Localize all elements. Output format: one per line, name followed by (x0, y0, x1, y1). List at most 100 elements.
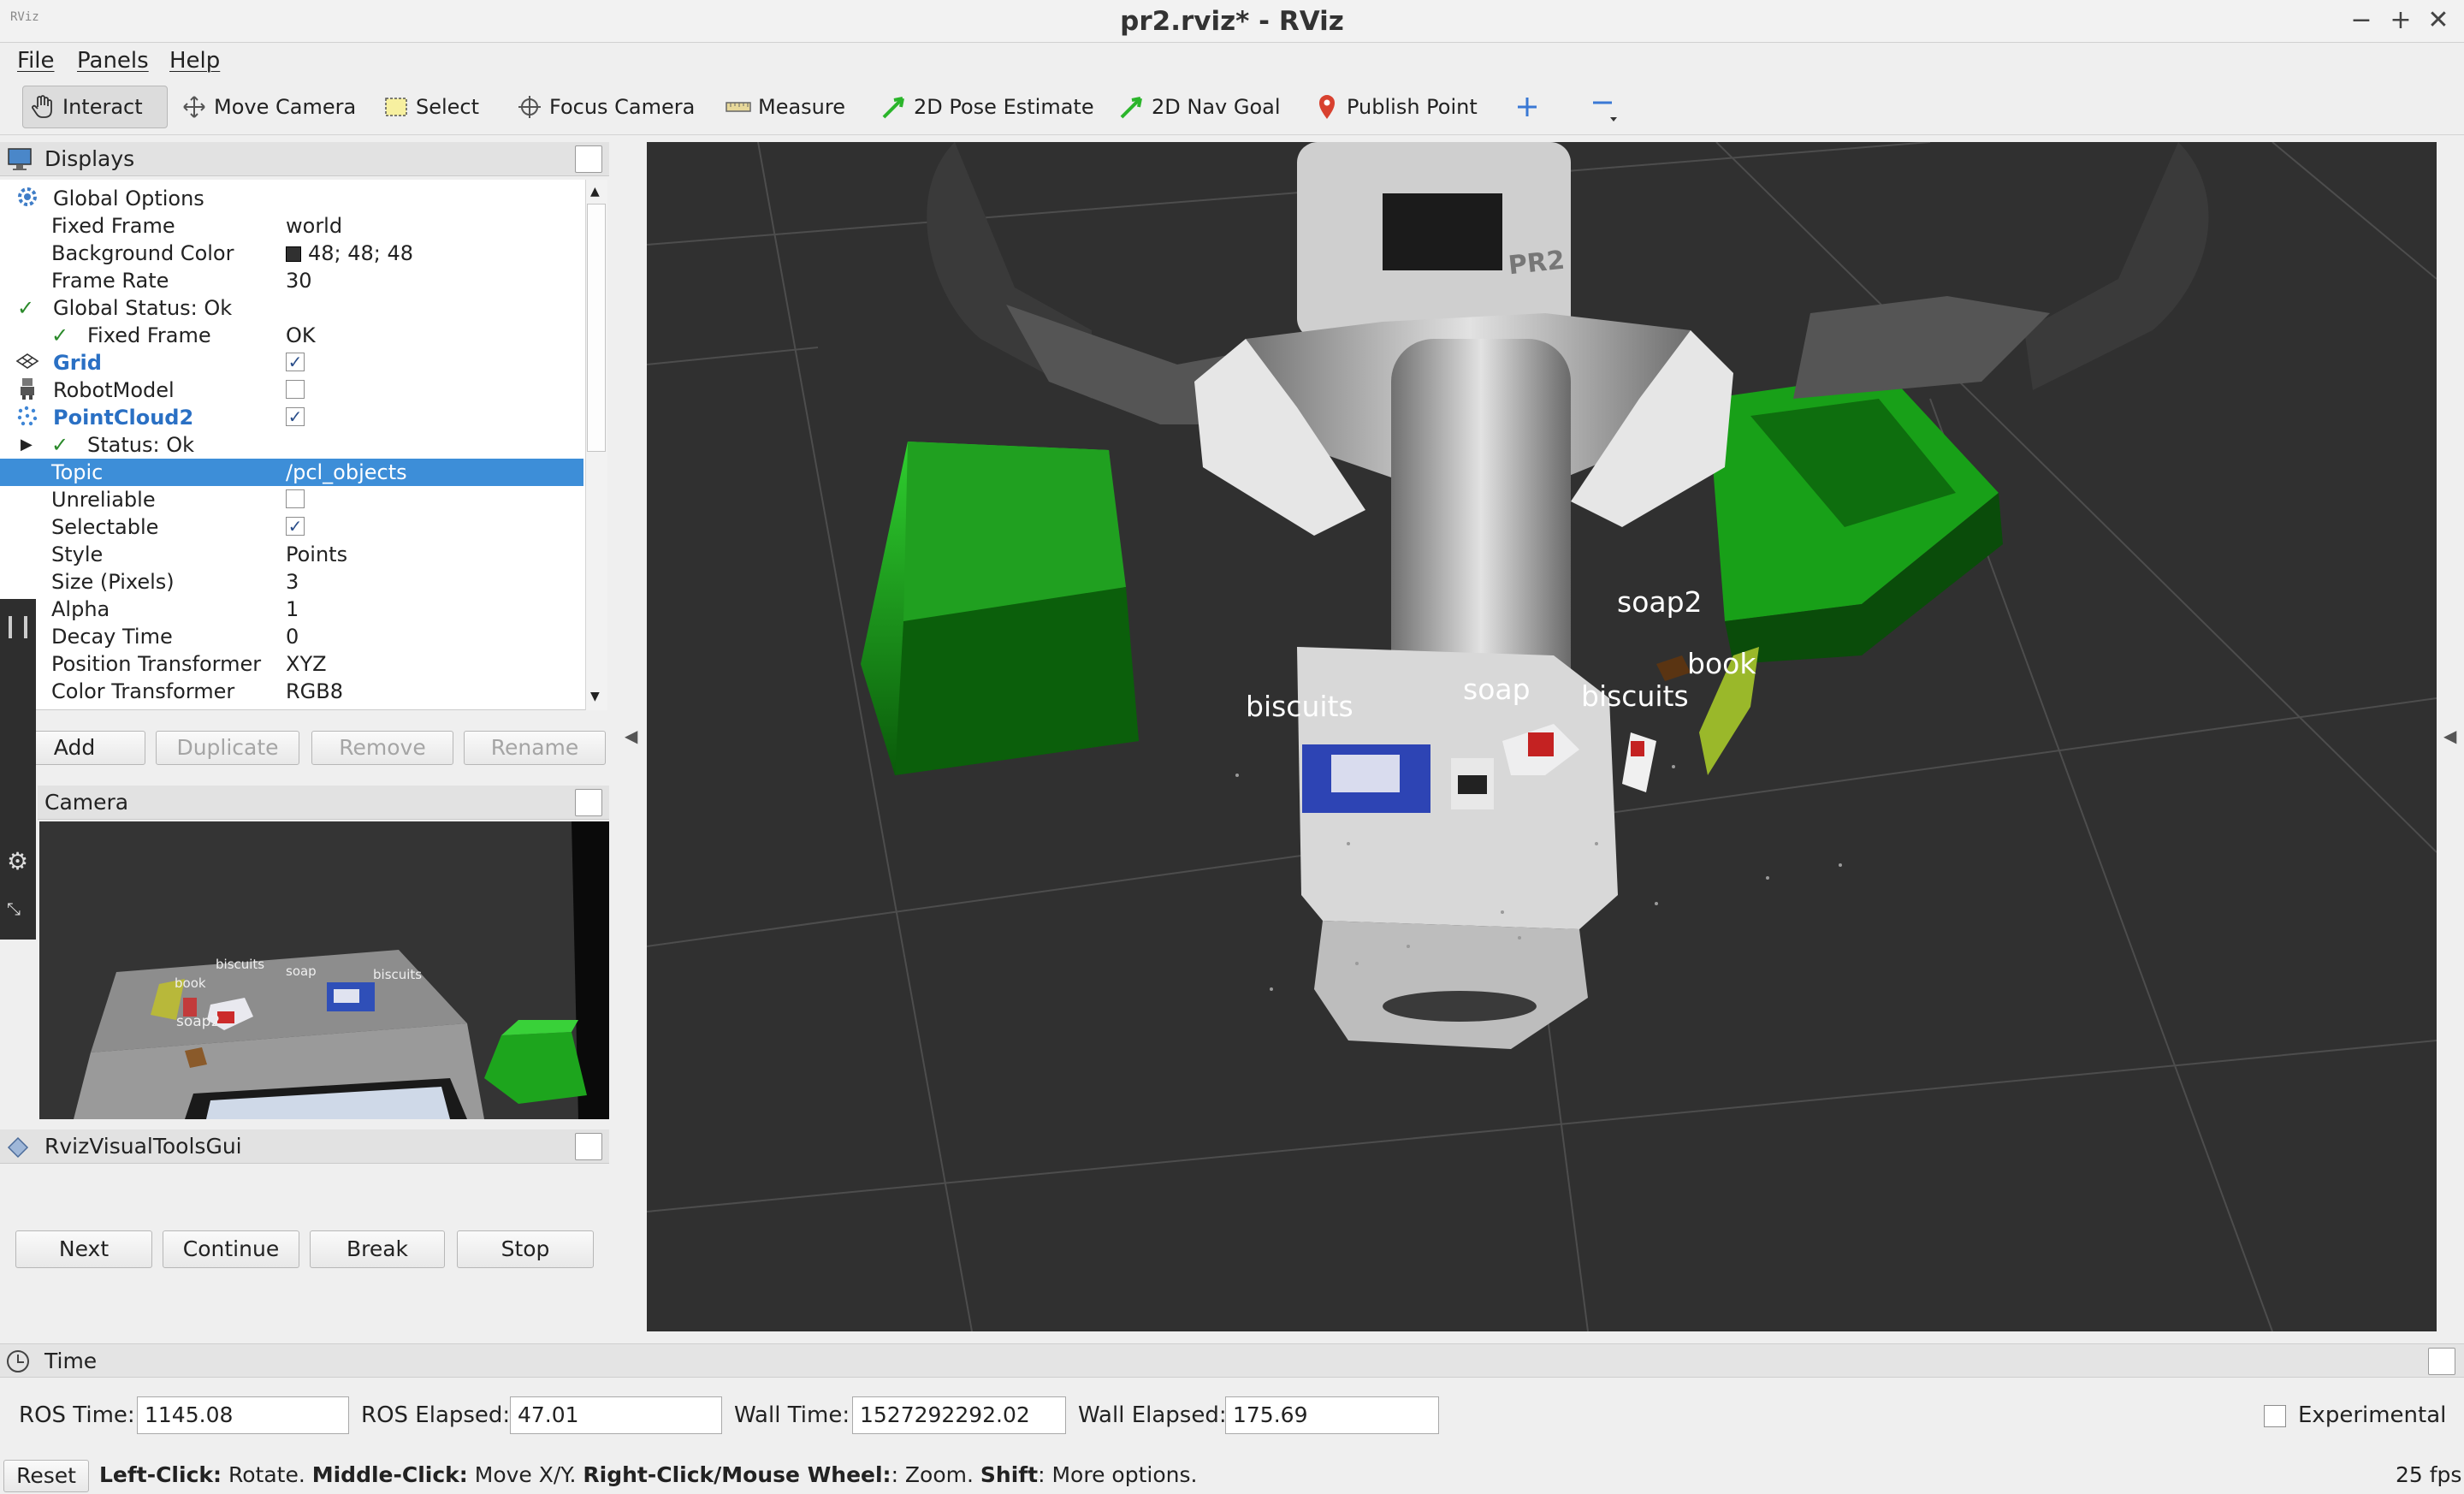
next-button[interactable]: Next (15, 1230, 152, 1268)
tree-row-fixed-frame-status[interactable]: ✓ Fixed Frame OK (0, 322, 583, 349)
reset-button[interactable]: Reset (3, 1460, 89, 1492)
add-tool-button[interactable] (1507, 86, 1554, 128)
expand-arrow-icon[interactable]: ▶ (21, 431, 33, 459)
robot-model-checkbox[interactable] (286, 376, 305, 404)
tree-row-position-transformer[interactable]: Position Transformer XYZ (0, 650, 583, 678)
maximize-icon[interactable]: + (2385, 5, 2416, 36)
row-value[interactable]: 30 (286, 267, 312, 294)
scrollbar-thumb[interactable] (587, 204, 606, 452)
check-icon: ✓ (51, 433, 69, 457)
tree-row-fixed-frame[interactable]: Fixed Frame world (0, 212, 583, 240)
displays-tree: Global Options Fixed Frame world Backgro… (0, 180, 589, 710)
experimental-checkbox[interactable] (2264, 1405, 2286, 1427)
break-button[interactable]: Break (310, 1230, 445, 1268)
rename-button[interactable]: Rename (464, 731, 606, 765)
menu-panels[interactable]: Panels (77, 43, 149, 79)
displays-float-checkbox[interactable] (575, 145, 602, 173)
continue-button[interactable]: Continue (163, 1230, 299, 1268)
tree-row-robot-model[interactable]: RobotModel (0, 376, 583, 404)
pause-icon[interactable] (9, 616, 27, 638)
tree-row-global-options[interactable]: Global Options (0, 185, 583, 212)
pointcloud-checkbox[interactable]: ✓ (286, 404, 305, 431)
label-book: book (1687, 647, 1756, 680)
interact-label: Interact (62, 95, 143, 119)
row-value[interactable]: 3 (286, 568, 299, 596)
check-icon: ✓ (17, 296, 35, 320)
menu-help[interactable]: Help (169, 43, 220, 79)
visual-tools-float-checkbox[interactable] (575, 1133, 602, 1160)
tree-row-frame-rate[interactable]: Frame Rate 30 (0, 267, 583, 294)
tree-row-size[interactable]: Size (Pixels) 3 (0, 568, 583, 596)
unreliable-checkbox[interactable] (286, 486, 305, 513)
interact-tool[interactable]: Interact (22, 86, 168, 128)
row-value[interactable]: 48; 48; 48 (286, 240, 413, 267)
row-value[interactable]: RGB8 (286, 678, 343, 705)
tree-row-background-color[interactable]: Background Color 48; 48; 48 (0, 240, 583, 267)
pose-estimate-tool[interactable]: 2D Pose Estimate (874, 86, 1101, 128)
collapse-left-icon[interactable]: ◀ (625, 726, 637, 746)
nav-goal-tool[interactable]: 2D Nav Goal (1112, 86, 1288, 128)
row-key: PointCloud2 (53, 406, 194, 430)
row-value[interactable]: Points (286, 541, 347, 568)
tree-row-topic[interactable]: Topic /pcl_objects (0, 459, 583, 486)
tree-row-queue-size[interactable]: Queue Size 10 (0, 705, 583, 709)
move-camera-label: Move Camera (214, 95, 357, 119)
row-value[interactable]: 0 (286, 623, 299, 650)
row-value[interactable]: 1 (286, 596, 299, 623)
tree-row-status[interactable]: ▶ ✓ Status: Ok (0, 431, 583, 459)
row-key: Position Transformer (51, 652, 262, 676)
row-key: Alpha (51, 597, 110, 621)
collapse-right-icon[interactable]: ◀ (2443, 726, 2456, 746)
hint-rotate: Rotate. (222, 1462, 312, 1487)
visual-tools-header: RvizVisualToolsGui (0, 1129, 609, 1164)
move-camera-tool[interactable]: Move Camera (175, 86, 363, 128)
selectable-checkbox[interactable]: ✓ (286, 513, 305, 541)
duplicate-button[interactable]: Duplicate (156, 731, 299, 765)
camera-float-checkbox[interactable] (575, 789, 602, 816)
scroll-up-icon[interactable]: ▲ (590, 185, 600, 199)
wall-elapsed-field[interactable]: 175.69 (1225, 1396, 1439, 1434)
select-tool[interactable]: Select (376, 86, 486, 128)
wall-time-field[interactable]: 1527292292.02 (852, 1396, 1066, 1434)
hand-icon (30, 94, 56, 120)
ros-time-field[interactable]: 1145.08 (137, 1396, 349, 1434)
tree-row-grid[interactable]: Grid ✓ (0, 349, 583, 376)
grid-checkbox[interactable]: ✓ (286, 349, 305, 376)
tree-row-unreliable[interactable]: Unreliable (0, 486, 583, 513)
tree-row-alpha[interactable]: Alpha 1 (0, 596, 583, 623)
close-icon[interactable]: ✕ (2423, 5, 2454, 36)
row-value[interactable]: /pcl_objects (286, 459, 407, 486)
hint-left-click: Left-Click: (99, 1462, 222, 1487)
hint-zoom: : Zoom. (891, 1462, 980, 1487)
scroll-down-icon[interactable]: ▼ (590, 690, 600, 703)
row-key: Queue Size (51, 705, 168, 709)
camera-image[interactable]: book biscuits soap biscuits soap2 (39, 821, 609, 1119)
row-value[interactable]: 10 (286, 705, 312, 709)
tree-row-style[interactable]: Style Points (0, 541, 583, 568)
remove-tool-button[interactable] (1584, 86, 1631, 128)
resize-icon[interactable]: ⤡ (7, 898, 21, 919)
tree-row-color-transformer[interactable]: Color Transformer RGB8 (0, 678, 583, 705)
ros-elapsed-field[interactable]: 47.01 (510, 1396, 722, 1434)
render-viewport[interactable]: PR2 soap2 book soap biscuits biscuits (647, 142, 2437, 1331)
time-float-checkbox[interactable] (2428, 1348, 2455, 1375)
color-swatch (286, 246, 301, 262)
minimize-icon[interactable]: − (2346, 5, 2377, 36)
hint-middle-click: Middle-Click: (311, 1462, 468, 1487)
settings-gear-icon[interactable]: ⚙ (7, 847, 28, 875)
tree-row-pointcloud2[interactable]: PointCloud2 ✓ (0, 404, 583, 431)
tree-row-global-status[interactable]: ✓ Global Status: Ok (0, 294, 583, 322)
focus-camera-tool[interactable]: Focus Camera (510, 86, 702, 128)
row-key: Frame Rate (51, 269, 169, 293)
remove-button[interactable]: Remove (311, 731, 453, 765)
tree-row-decay-time[interactable]: Decay Time 0 (0, 623, 583, 650)
row-value[interactable]: world (286, 212, 342, 240)
wall-time-label: Wall Time: (734, 1402, 850, 1428)
tree-row-selectable[interactable]: Selectable ✓ (0, 513, 583, 541)
publish-point-tool[interactable]: Publish Point (1307, 86, 1484, 128)
row-value[interactable]: XYZ (286, 650, 327, 678)
measure-tool[interactable]: Measure (719, 86, 852, 128)
stop-button[interactable]: Stop (457, 1230, 594, 1268)
row-key: Fixed Frame (87, 323, 211, 347)
menu-file[interactable]: File (17, 43, 55, 79)
